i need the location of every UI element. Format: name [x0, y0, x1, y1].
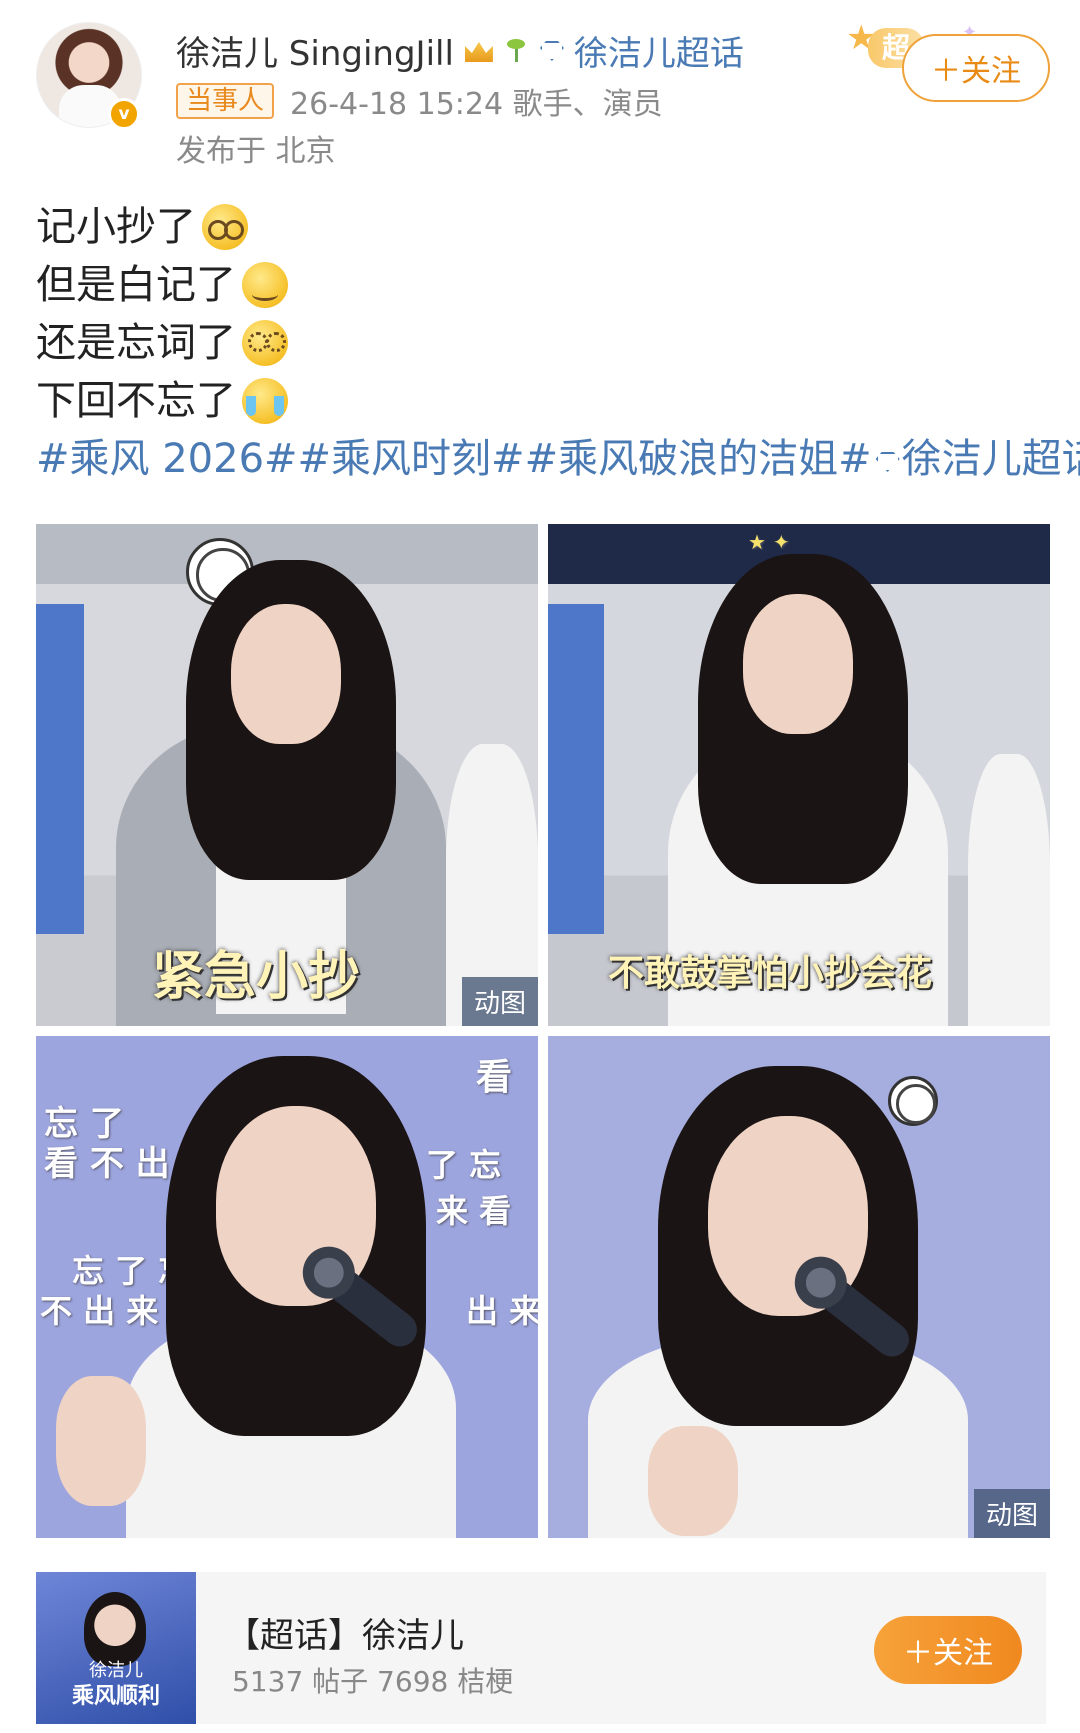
sprout-icon — [504, 36, 528, 64]
meta-row: 当事人 26-4-18 15:24 歌手、演员 — [176, 80, 663, 122]
melting-face-emoji-icon — [242, 262, 288, 308]
supertopic-cover: 徐洁儿 乘风顺利 — [36, 1572, 196, 1724]
post-line-text: 还是忘词了 — [36, 320, 236, 366]
post-content: 记小抄了 但是白记了 还是忘词了 下回不忘了 #乘风 2026##乘风时刻##乘… — [36, 198, 1080, 488]
overlay-text: 出 来 — [466, 1292, 538, 1330]
post-location: 发布于 北京 — [176, 134, 336, 169]
supertopic-follow-button[interactable]: ＋关注 — [874, 1616, 1022, 1684]
scribble-icon — [888, 1076, 938, 1126]
star-icon: ★ ✦ — [748, 530, 790, 554]
crying-face-emoji-icon — [242, 378, 288, 424]
person-face — [231, 604, 341, 744]
overlay-text: 了 忘 — [426, 1146, 502, 1184]
diamond-icon — [872, 448, 902, 474]
gif-badge: 动图 — [461, 977, 538, 1026]
image-tile[interactable]: 忘 了 看 不 出 来 忘 了 忘 不 出 来 看 看 了 忘 来 看 出 来 — [36, 1036, 538, 1538]
image-tile[interactable]: 动图 — [548, 1036, 1050, 1538]
cover-text: 乘风顺利 — [71, 1684, 160, 1709]
name-row: 徐洁儿 SingingJill 徐洁儿超话 — [176, 26, 744, 75]
overlay-text: 看 — [476, 1057, 513, 1098]
dizzy-face-emoji-icon — [242, 320, 288, 366]
glasses-emoji-icon — [202, 204, 248, 250]
post-line: 记小抄了 — [36, 198, 1046, 256]
image-tile[interactable]: 紧急小抄 动图 — [36, 524, 538, 1026]
image-caption: 不敢鼓掌怕小抄会花 — [608, 953, 933, 994]
person-shirt — [968, 754, 1050, 1026]
gif-badge: 动图 — [973, 1489, 1050, 1538]
person-hand — [56, 1376, 146, 1506]
party-badge: 当事人 — [176, 83, 275, 119]
username[interactable]: 徐洁儿 SingingJill — [176, 26, 454, 75]
post-header: v 徐洁儿 SingingJill 徐洁儿超话 ★ 超 ✦ ＋关注 当事人 26… — [0, 0, 1080, 170]
hashtags[interactable]: #乘风 2026##乘风时刻##乘风破浪的洁姐# 徐洁儿超话 — [36, 430, 1080, 488]
hashtag-topic[interactable]: 徐洁儿超话 — [902, 436, 1080, 482]
post-line-text: 下回不忘了 — [36, 378, 236, 424]
crown-icon — [462, 36, 496, 64]
background-panel — [548, 604, 604, 934]
image-caption: 紧急小抄 — [152, 947, 361, 1007]
supertopic-title[interactable]: 【超话】徐洁儿 — [226, 1608, 464, 1657]
person-hand — [648, 1426, 738, 1536]
image-tile[interactable]: ★ ✦ 不敢鼓掌怕小抄会花 — [548, 524, 1050, 1026]
hashtag-text[interactable]: #乘风 2026##乘风时刻##乘风破浪的洁姐# — [36, 436, 872, 482]
post-line: 还是忘词了 — [36, 314, 1046, 372]
background-panel — [36, 604, 84, 934]
post-line: 下回不忘了 — [36, 372, 1046, 430]
verified-badge-icon: v — [108, 98, 140, 130]
cover-portrait — [84, 1592, 146, 1666]
image-grid: 紧急小抄 动图 ★ ✦ 不敢鼓掌怕小抄会花 忘 了 看 不 出 来 忘 了 忘 … — [36, 524, 1050, 1538]
post-meta: 26-4-18 15:24 歌手、演员 — [290, 87, 663, 122]
follow-button[interactable]: ＋关注 — [902, 34, 1050, 102]
overlay-text: 来 看 — [436, 1192, 512, 1230]
post-line: 但是白记了 — [36, 256, 1046, 314]
person-face — [743, 594, 853, 734]
diamond-icon — [536, 37, 566, 63]
post-line-text: 记小抄了 — [36, 204, 196, 250]
post-line-text: 但是白记了 — [36, 262, 236, 308]
supertopic-stats: 5137 帖子 7698 桔梗 — [232, 1665, 514, 1698]
supertopic-card[interactable]: 徐洁儿 乘风顺利 【超话】徐洁儿 5137 帖子 7698 桔梗 ＋关注 — [36, 1572, 1046, 1724]
supertopic-link[interactable]: 徐洁儿超话 — [574, 26, 744, 75]
